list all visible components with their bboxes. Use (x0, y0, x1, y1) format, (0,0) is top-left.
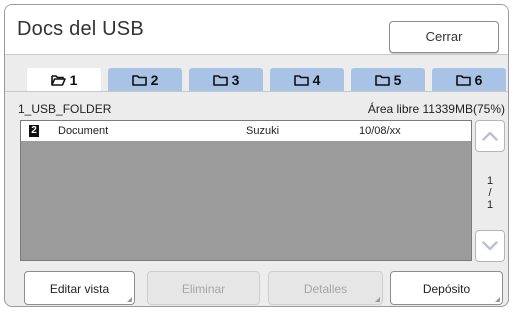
deposit-label: Depósito (422, 282, 471, 296)
dialog-title: Docs del USB (17, 18, 144, 40)
document-date: 10/08/xx (359, 125, 401, 137)
title-bar: Docs del USB Cerrar (5, 5, 508, 55)
tab-label: 2 (150, 72, 159, 88)
scroll-up-button[interactable] (475, 120, 505, 152)
details-label: Detalles (303, 282, 348, 296)
page-indicator: 1 / 1 (475, 175, 505, 211)
submenu-corner-icon (375, 297, 380, 302)
document-name: Document (58, 125, 109, 137)
folder-name: 1_USB_FOLDER (18, 102, 112, 116)
close-button[interactable]: Cerrar (389, 21, 499, 53)
edit-view-button[interactable]: Editar vista (24, 271, 135, 305)
tab-label: 5 (393, 72, 402, 88)
submenu-corner-icon (495, 297, 500, 302)
tab-label: 6 (474, 72, 483, 88)
tab-folder-1[interactable]: 1 (27, 68, 101, 92)
delete-label: Eliminar (181, 282, 226, 296)
details-button[interactable]: Detalles (268, 271, 383, 305)
folder-icon (293, 75, 309, 86)
tab-divider (5, 91, 508, 92)
page-total: 1 (486, 199, 494, 211)
submenu-corner-icon (127, 297, 132, 302)
folder-icon (131, 75, 147, 86)
folder-icon (455, 75, 471, 86)
tab-label: 3 (231, 72, 240, 88)
deposit-button[interactable]: Depósito (390, 271, 503, 305)
document-list: 2 Document Suzuki 10/08/xx (20, 120, 472, 261)
list-scroller: 1 / 1 (475, 120, 505, 262)
tab-folder-5[interactable]: 5 (351, 68, 425, 92)
free-space-indicator: Área libre 11339MB(75%) (367, 102, 505, 116)
scroll-down-button[interactable] (475, 230, 505, 262)
chevron-up-icon (482, 131, 498, 141)
page-current: 1 (486, 175, 494, 187)
folder-open-icon (50, 75, 66, 86)
tab-label: 1 (69, 72, 78, 88)
tab-label: 4 (312, 72, 321, 88)
tab-folder-2[interactable]: 2 (108, 68, 182, 92)
folder-tabs: 1 2 3 4 5 6 (27, 68, 507, 92)
folder-icon (212, 75, 228, 86)
tab-folder-6[interactable]: 6 (432, 68, 506, 92)
tab-folder-4[interactable]: 4 (270, 68, 344, 92)
folder-icon (374, 75, 390, 86)
page-separator: / (488, 187, 492, 199)
chevron-down-icon (482, 241, 498, 251)
tab-folder-3[interactable]: 3 (189, 68, 263, 92)
document-owner: Suzuki (246, 125, 280, 137)
list-item[interactable]: 2 Document Suzuki 10/08/xx (21, 121, 471, 141)
copies-badge: 2 (29, 125, 39, 137)
delete-button[interactable]: Eliminar (147, 271, 260, 305)
usb-docs-dialog: Docs del USB Cerrar 1 2 3 4 5 6 1_USB_FO… (4, 4, 509, 307)
edit-view-label: Editar vista (49, 282, 110, 296)
